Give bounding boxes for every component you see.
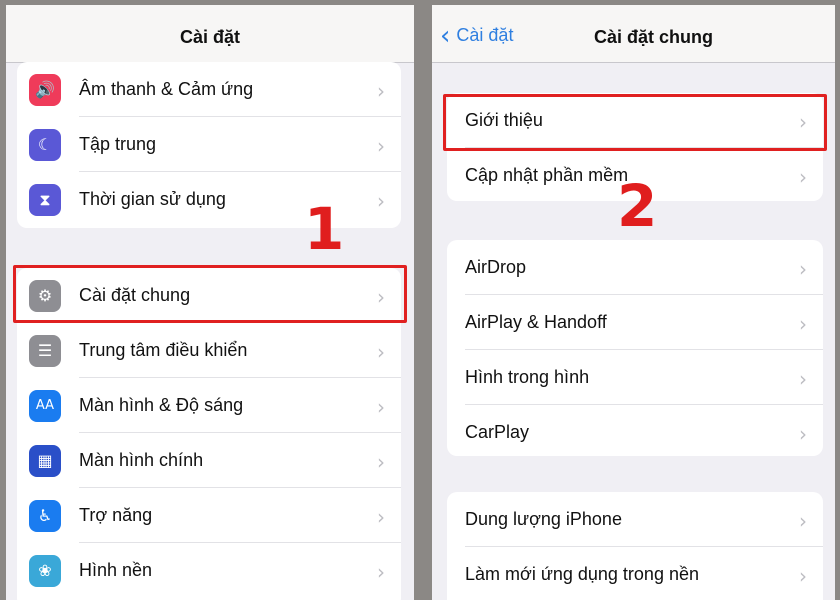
chevron-right-icon: › (377, 134, 385, 158)
page-title: Cài đặt (179, 27, 240, 47)
settings-row-tro-nang[interactable]: ♿ Trợ năng › (17, 488, 401, 543)
row-label: AirPlay & Handoff (465, 312, 607, 332)
chevron-right-icon: › (377, 505, 385, 529)
chevron-right-icon: › (377, 395, 385, 419)
step-number: 2 (617, 172, 658, 240)
settings-row-hinh-trong-hinh[interactable]: Hình trong hình › (447, 350, 823, 405)
page-title: Cài đặt chung (593, 27, 713, 47)
row-label: AirDrop (465, 257, 527, 277)
settings-screen: Cài đặt 🔊 Âm thanh & Cảm ứng › ☾ Tập trung › ⧗… (6, 5, 414, 600)
row-label: Màn hình & Độ sáng (79, 395, 244, 415)
chevron-left-icon: ‹ (440, 20, 451, 51)
accessibility-icon: ♿ (29, 499, 61, 532)
nav-bar: Cài đặt (6, 5, 414, 63)
chevron-right-icon: › (799, 422, 807, 446)
settings-row-airdrop[interactable]: AirDrop › (447, 240, 823, 295)
row-label: Trung tâm điều khiển (79, 340, 248, 360)
settings-row-hinh-nen[interactable]: ❀ Hình nền › (17, 543, 401, 598)
row-label: Màn hình chính (79, 450, 204, 470)
row-label: Trợ năng (79, 505, 153, 525)
settings-row-airplay-handoff[interactable]: AirPlay & Handoff › (447, 295, 823, 350)
hourglass-icon: ⧗ (29, 183, 61, 216)
row-label: Dung lượng iPhone (465, 509, 622, 529)
chevron-right-icon: › (799, 509, 807, 533)
row-label: Hình nền (79, 560, 153, 580)
chevron-right-icon: › (799, 257, 807, 281)
chevron-right-icon: › (377, 560, 385, 584)
row-label: Làm mới ứng dụng trong nền (465, 564, 699, 584)
group-2: AirDrop › AirPlay & Handoff › Hình trong hìn… (447, 240, 823, 456)
highlight-box (443, 94, 827, 151)
chevron-right-icon: › (377, 340, 385, 364)
text-size-icon: AA (29, 389, 61, 422)
row-label: Hình trong hình (465, 367, 590, 387)
row-label: Thời gian sử dụng (79, 189, 226, 209)
group-3: Dung lượng iPhone › Làm mới ứng dụng trong… (447, 492, 823, 600)
settings-row-tap-trung[interactable]: ☾ Tập trung › (17, 117, 401, 172)
settings-row-carplay[interactable]: CarPlay › (447, 405, 823, 456)
chevron-right-icon: › (377, 189, 385, 213)
moon-icon: ☾ (29, 128, 61, 161)
home-screen-icon: ▦ (29, 444, 61, 477)
chevron-right-icon: › (377, 450, 385, 474)
chevron-right-icon: › (799, 165, 807, 189)
chevron-right-icon: › (799, 312, 807, 336)
wallpaper-icon: ❀ (29, 554, 61, 587)
chevron-right-icon: › (799, 367, 807, 391)
nav-bar: ‹ Cài đặt Cài đặt chung (432, 5, 835, 63)
settings-row-dung-luong-iphone[interactable]: Dung lượng iPhone › (447, 492, 823, 547)
row-label: Âm thanh & Cảm ứng (79, 79, 254, 99)
speaker-icon: 🔊 (29, 73, 61, 106)
row-label: Cập nhật phần mềm (465, 165, 629, 185)
row-label: Tập trung (79, 134, 157, 154)
chevron-right-icon: › (799, 564, 807, 588)
toggles-icon: ☰ (29, 334, 61, 367)
step-number: 1 (304, 195, 345, 263)
highlight-box (13, 265, 407, 323)
settings-row-trung-tam-dieu-khien[interactable]: ☰ Trung tâm điều khiển › (17, 323, 401, 378)
chevron-right-icon: › (377, 79, 385, 103)
settings-row-man-hinh-chinh[interactable]: ▦ Màn hình chính › (17, 433, 401, 488)
settings-row-man-hinh-do-sang[interactable]: AA Màn hình & Độ sáng › (17, 378, 401, 433)
settings-row-lam-moi-ung-dung-trong-nen[interactable]: Làm mới ứng dụng trong nền › (447, 547, 823, 600)
settings-row-am-thanh-cam-ung[interactable]: 🔊 Âm thanh & Cảm ứng › (17, 62, 401, 117)
row-label: CarPlay (465, 422, 530, 442)
general-settings-screen: ‹ Cài đặt Cài đặt chung Giới thiệu › Cập nh… (432, 5, 835, 600)
